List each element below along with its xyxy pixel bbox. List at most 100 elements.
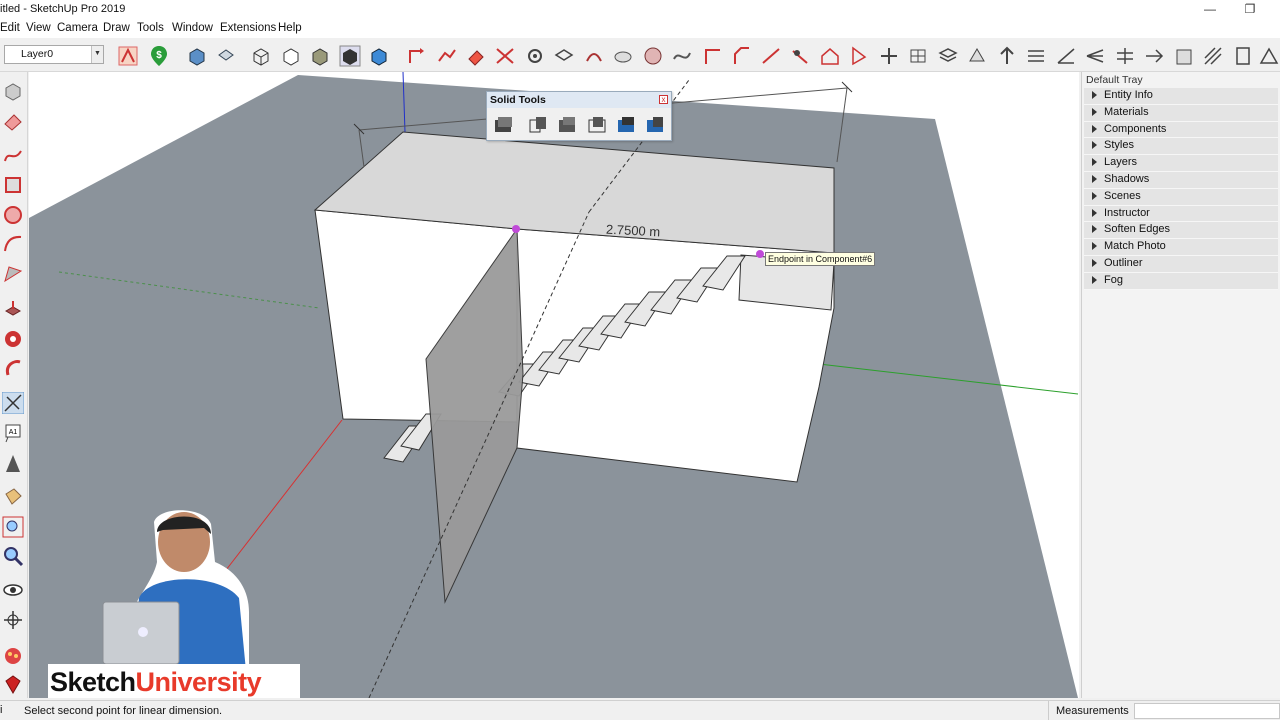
eraser-icon[interactable] — [2, 110, 24, 132]
status-divider — [1048, 701, 1049, 720]
ruby-icon[interactable] — [2, 673, 24, 695]
freehand-tool-icon[interactable] — [2, 145, 24, 167]
pushpull-tool-icon[interactable] — [2, 298, 24, 320]
split-icon[interactable] — [644, 114, 666, 136]
axes-tool-icon[interactable] — [2, 452, 24, 474]
offset-tool-icon[interactable] — [2, 357, 24, 379]
flip-tool-icon[interactable] — [553, 45, 575, 67]
zoom-window-icon[interactable] — [2, 516, 24, 538]
curve-tool-icon[interactable] — [671, 45, 693, 67]
angle-tool-icon[interactable] — [1055, 45, 1077, 67]
text-tool-icon[interactable]: A1 — [2, 422, 24, 444]
split-tool-icon[interactable] — [1143, 45, 1165, 67]
restore-button[interactable]: ❐ — [1230, 2, 1270, 18]
warehouse-icon[interactable] — [2, 644, 24, 666]
move-tool-icon[interactable] — [406, 45, 428, 67]
tape-measure-tool-icon[interactable] — [1, 391, 25, 415]
xray-style-icon[interactable] — [250, 45, 272, 67]
tray-item-scenes[interactable]: Scenes — [1084, 188, 1278, 206]
array-tool-icon[interactable] — [907, 45, 929, 67]
intersect-icon[interactable] — [527, 114, 549, 136]
expand-arrow-icon — [1092, 141, 1097, 150]
tray-item-soften-edges[interactable]: Soften Edges — [1084, 222, 1278, 240]
tray-item-fog[interactable]: Fog — [1084, 272, 1278, 290]
polygon-tool-icon[interactable] — [2, 263, 24, 285]
smooth-tool-icon[interactable] — [612, 45, 634, 67]
inference-tooltip: Endpoint in Component#6 — [765, 252, 876, 266]
house-tool-icon[interactable] — [819, 45, 841, 67]
spread-tool-icon[interactable] — [1084, 45, 1106, 67]
menu-draw[interactable]: Draw — [103, 22, 130, 34]
corner-tool-icon[interactable] — [701, 45, 723, 67]
menu-edit[interactable]: Edit — [0, 22, 20, 34]
gear-icon[interactable] — [524, 45, 546, 67]
minimize-button[interactable]: — — [1190, 2, 1230, 18]
tray-item-components[interactable]: Components — [1084, 121, 1278, 139]
menu-view[interactable]: View — [26, 22, 51, 34]
union-icon[interactable] — [556, 114, 578, 136]
chevron-down-icon[interactable]: ▼ — [91, 46, 103, 63]
modeling-viewport[interactable]: Solid Tools x 2.7500 m Endpoint in Compo… — [29, 72, 1079, 698]
corner-alt-icon[interactable] — [730, 45, 752, 67]
tray-item-entity-info[interactable]: Entity Info — [1084, 88, 1278, 105]
followme-tool-icon[interactable] — [2, 328, 24, 350]
tray-item-layers[interactable]: Layers — [1084, 155, 1278, 172]
truss-tool-icon[interactable] — [1258, 45, 1280, 67]
menu-tools[interactable]: Tools — [137, 22, 164, 34]
view-iso-icon[interactable] — [186, 45, 208, 67]
tray-item-instructor[interactable]: Instructor — [1084, 205, 1278, 223]
slope-tool-icon[interactable] — [760, 45, 782, 67]
solid-tools-panel[interactable]: Solid Tools x — [486, 91, 672, 141]
menu-camera[interactable]: Camera — [57, 22, 98, 34]
tray-item-materials[interactable]: Materials — [1084, 104, 1278, 122]
section-tool-icon[interactable] — [848, 45, 870, 67]
shell-tool-icon[interactable] — [966, 45, 988, 67]
arc-tool-icon[interactable] — [2, 233, 24, 255]
layer-select-value: Layer0 — [21, 48, 54, 60]
circle-tool-icon[interactable] — [2, 204, 24, 226]
menu-extensions[interactable]: Extensions — [220, 22, 276, 34]
tray-item-styles[interactable]: Styles — [1084, 138, 1278, 156]
subtract-icon[interactable] — [586, 114, 608, 136]
fillet-tool-icon[interactable] — [789, 45, 811, 67]
tray-item-match-photo[interactable]: Match Photo — [1084, 239, 1278, 256]
paint-bucket-icon[interactable] — [2, 486, 24, 508]
menu-help[interactable]: Help — [278, 22, 302, 34]
eye-icon[interactable] — [2, 579, 24, 601]
outer-shell-icon[interactable] — [492, 114, 514, 136]
wireframe-style-icon[interactable] — [280, 45, 302, 67]
sphere-tool-icon[interactable] — [642, 45, 664, 67]
measurements-input[interactable] — [1134, 703, 1280, 719]
intersect-tool-icon[interactable] — [494, 45, 516, 67]
menu-window[interactable]: Window — [172, 22, 213, 34]
bend-tool-icon[interactable] — [583, 45, 605, 67]
walk-tool-icon[interactable] — [2, 609, 24, 631]
zoom-extents-icon[interactable] — [2, 545, 24, 567]
info-icon[interactable]: i — [0, 704, 2, 716]
solid-tools-title: Solid Tools — [487, 92, 671, 108]
layer-tool-icon[interactable] — [117, 45, 139, 67]
textured-style-icon[interactable] — [339, 45, 361, 67]
pattern-tool-icon[interactable] — [1202, 45, 1224, 67]
stack-tool-icon[interactable] — [937, 45, 959, 67]
line-tool-icon[interactable] — [436, 45, 458, 67]
rays-tool-icon[interactable] — [1114, 45, 1136, 67]
tray-item-shadows[interactable]: Shadows — [1084, 171, 1278, 189]
dimension-start-point — [512, 225, 520, 233]
tray-item-outliner[interactable]: Outliner — [1084, 255, 1278, 273]
joint-tool-icon[interactable] — [878, 45, 900, 67]
select-tool-icon[interactable] — [2, 80, 24, 102]
shaded-style-icon[interactable] — [309, 45, 331, 67]
view-top-icon[interactable] — [215, 45, 237, 67]
rectangle-tool-icon[interactable] — [2, 174, 24, 196]
trim-icon[interactable] — [615, 114, 637, 136]
door-tool-icon[interactable] — [1232, 45, 1254, 67]
monochrome-style-icon[interactable] — [368, 45, 390, 67]
lines-tool-icon[interactable] — [1025, 45, 1047, 67]
extension-warehouse-icon[interactable]: $ — [148, 45, 170, 67]
eraser-tool-icon[interactable] — [465, 45, 487, 67]
close-icon[interactable]: x — [659, 95, 668, 104]
layer-select[interactable]: Layer0 ▼ — [4, 45, 104, 64]
building-tool-icon[interactable] — [1173, 45, 1195, 67]
push-tool-icon[interactable] — [996, 45, 1018, 67]
